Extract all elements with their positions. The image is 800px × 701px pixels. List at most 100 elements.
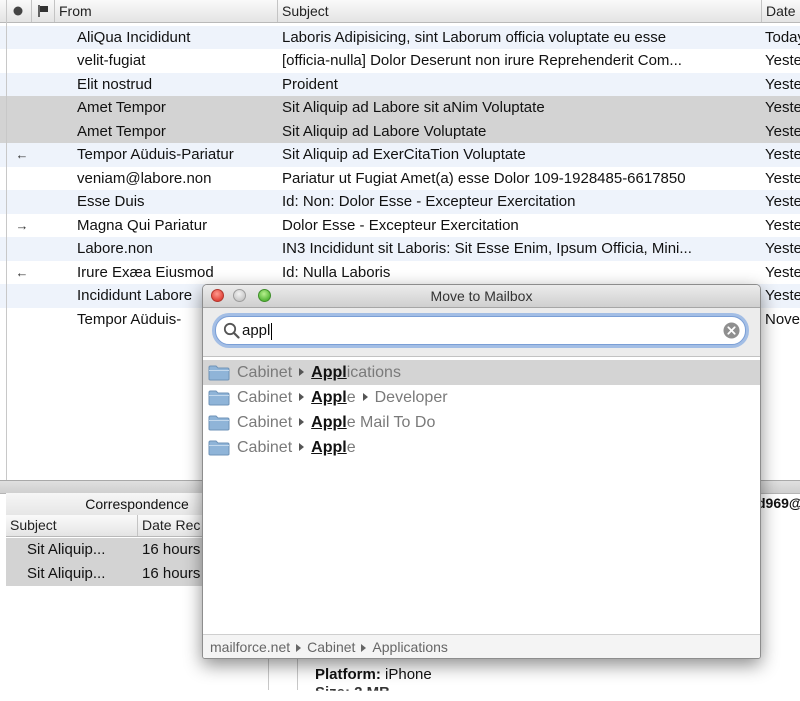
message-date: Yesterday: [765, 193, 800, 210]
message-date: Yesterday: [765, 216, 800, 234]
message-from: Tempor Aüduis-Pariatur: [77, 146, 234, 163]
mailbox-name-rest: ications: [346, 364, 401, 381]
message-subject: Laboris Adipisicing, sint Laborum offici…: [282, 28, 667, 46]
message-subject: Pariatur ut Fugiat Amet(a) esse Dolor 10…: [282, 169, 686, 187]
correspondence-subject: Sit Aliquip...: [27, 565, 106, 582]
message-from: Elit nostrud: [77, 75, 153, 93]
message-row[interactable]: Amet Tempor Sit Aliquip ad Labore sit aNi…: [0, 96, 800, 120]
mailbox-parent: Cabinet: [237, 364, 293, 381]
mailbox-name-rest: e: [346, 439, 356, 456]
folder-icon: [208, 415, 230, 431]
message-date: Yesterday: [765, 240, 800, 257]
chevron-right-icon: [299, 418, 305, 427]
folder-icon: [208, 365, 230, 381]
message-date: Yesterday: [765, 52, 800, 69]
platform-value: iPhone: [385, 666, 432, 683]
sender-address-fragment: d969@: [757, 495, 800, 511]
message-from: AliQua Incididunt: [77, 28, 191, 46]
message-row[interactable]: Elit nostrud Proident Yesterday: [0, 72, 800, 96]
message-from: Amet Tempor: [77, 122, 166, 140]
chevron-right-icon: [299, 393, 305, 402]
mailbox-result-row[interactable]: Cabinet Apple Mail To Do: [203, 410, 760, 435]
message-row[interactable]: Labore.non IN3 Incididunt sit Laboris: Si…: [0, 237, 800, 261]
message-date: Yesterday: [765, 122, 800, 140]
text-caret: [271, 322, 273, 340]
mailbox-parent: Cabinet: [237, 439, 293, 456]
replied-arrow-icon: ←: [15, 264, 29, 280]
message-subject: Id: Non: Dolor Esse - Excepteur Exercita…: [282, 193, 576, 210]
search-text: appl: [242, 317, 273, 344]
read-status-column-header[interactable]: [0, 0, 32, 22]
correspondence-subject: Sit Aliquip...: [27, 541, 106, 558]
platform-label: Platform:: [315, 666, 381, 683]
search-match-highlight: Appl: [311, 439, 347, 456]
message-subject: [officia-nulla] Dolor Deserunt non irure…: [282, 52, 682, 69]
mailbox-result-row[interactable]: Cabinet Apple Developer: [203, 385, 760, 410]
message-subject: Sit Aliquip ad Labore sit aNim Voluptate: [282, 99, 545, 116]
mailbox-result-row[interactable]: Cabinet Apple: [203, 435, 760, 460]
mailbox-parent: Cabinet: [237, 414, 293, 431]
message-row[interactable]: ← Irure Exæa Eiusmod Id: Nulla Laboris Yest…: [0, 261, 800, 285]
message-row[interactable]: Esse Duis Id: Non: Dolor Esse - Excepteur…: [0, 190, 800, 214]
path-folder: Cabinet: [307, 639, 356, 655]
message-from: Amet Tempor: [77, 99, 166, 116]
message-row[interactable]: veniam@labore.non Pariatur ut Fugiat Amet…: [0, 167, 800, 191]
message-row[interactable]: velit-fugiat [officia-nulla] Dolor Deseru…: [0, 49, 800, 73]
message-subject: Proident: [282, 75, 338, 93]
replied-arrow-icon: ←: [15, 147, 29, 162]
from-column-header[interactable]: From: [55, 0, 278, 22]
message-date: Today: [765, 28, 800, 46]
folder-icon: [208, 440, 230, 456]
correspondence-date: 16 hours: [142, 565, 201, 582]
chevron-right-icon: [296, 643, 302, 652]
mailbox-name-rest: e Mail To Do: [346, 414, 436, 431]
search-icon: [223, 322, 240, 339]
mailbox-name-rest: e: [346, 389, 356, 406]
message-date: Yesterday: [765, 75, 800, 93]
path-text: mailforce.net Cabinet Applications: [210, 635, 448, 658]
message-date: Yesterday: [765, 99, 800, 116]
platform-line: Platform: iPhone: [315, 666, 432, 683]
message-date: Yesterday: [765, 263, 800, 281]
mailbox-child: Developer: [374, 389, 448, 406]
search-match-highlight: Appl: [311, 414, 347, 431]
message-from: Irure Exæa Eiusmod: [77, 263, 214, 281]
message-subject: Dolor Esse - Excepteur Exercitation: [282, 216, 519, 234]
chevron-right-icon: [299, 443, 305, 452]
message-from: Labore.non: [77, 240, 153, 257]
message-date: Yesterday: [765, 287, 800, 304]
message-row[interactable]: AliQua Incididunt Laboris Adipisicing, si…: [0, 25, 800, 49]
size-line: Size: 2 MB: [315, 684, 391, 701]
mailbox-path: Cabinet Applications: [237, 360, 401, 385]
date-column-header[interactable]: Date: [762, 0, 800, 22]
mailbox-result-row[interactable]: Cabinet Applications: [203, 360, 760, 385]
panel-titlebar[interactable]: Move to Mailbox: [203, 285, 760, 308]
flag-column-header[interactable]: [32, 0, 55, 22]
message-subject: Sit Aliquip ad ExerCitaTion Voluptate: [282, 146, 526, 163]
mailbox-path: Cabinet Apple: [237, 435, 356, 460]
message-list-header: From Subject Date: [0, 0, 800, 23]
mailbox-path: Cabinet Apple Mail To Do: [237, 410, 435, 435]
search-query: appl: [242, 322, 271, 339]
subject-column-header[interactable]: Subject: [278, 0, 762, 22]
message-subject: IN3 Incididunt sit Laboris: Sit Esse Eni…: [282, 240, 692, 257]
mailbox-path-bar: mailforce.net Cabinet Applications: [203, 634, 760, 658]
panel-title: Move to Mailbox: [430, 288, 533, 304]
chevron-right-icon: [299, 368, 305, 377]
clear-search-icon[interactable]: [723, 322, 740, 339]
message-date: Yesterday: [765, 169, 800, 187]
path-account: mailforce.net: [210, 639, 291, 655]
message-row[interactable]: → Magna Qui Pariatur Dolor Esse - Excepteu…: [0, 214, 800, 238]
search-match-highlight: Appl: [311, 389, 347, 406]
chevron-right-icon: [362, 393, 368, 402]
message-row[interactable]: ← Tempor Aüduis-Pariatur Sit Aliquip ad Ex…: [0, 143, 800, 167]
search-match-highlight: Appl: [311, 364, 347, 381]
message-row[interactable]: Amet Tempor Sit Aliquip ad Labore Volupta…: [0, 119, 800, 143]
correspondence-date: 16 hours: [142, 541, 201, 558]
message-date: Yesterday: [765, 146, 800, 163]
message-from: Esse Duis: [77, 193, 145, 210]
correspondence-subject-header[interactable]: Subject: [6, 515, 138, 536]
mailbox-path: Cabinet Apple Developer: [237, 385, 448, 410]
mailbox-search-input[interactable]: appl: [215, 316, 746, 345]
unread-dot-icon: [13, 6, 23, 16]
